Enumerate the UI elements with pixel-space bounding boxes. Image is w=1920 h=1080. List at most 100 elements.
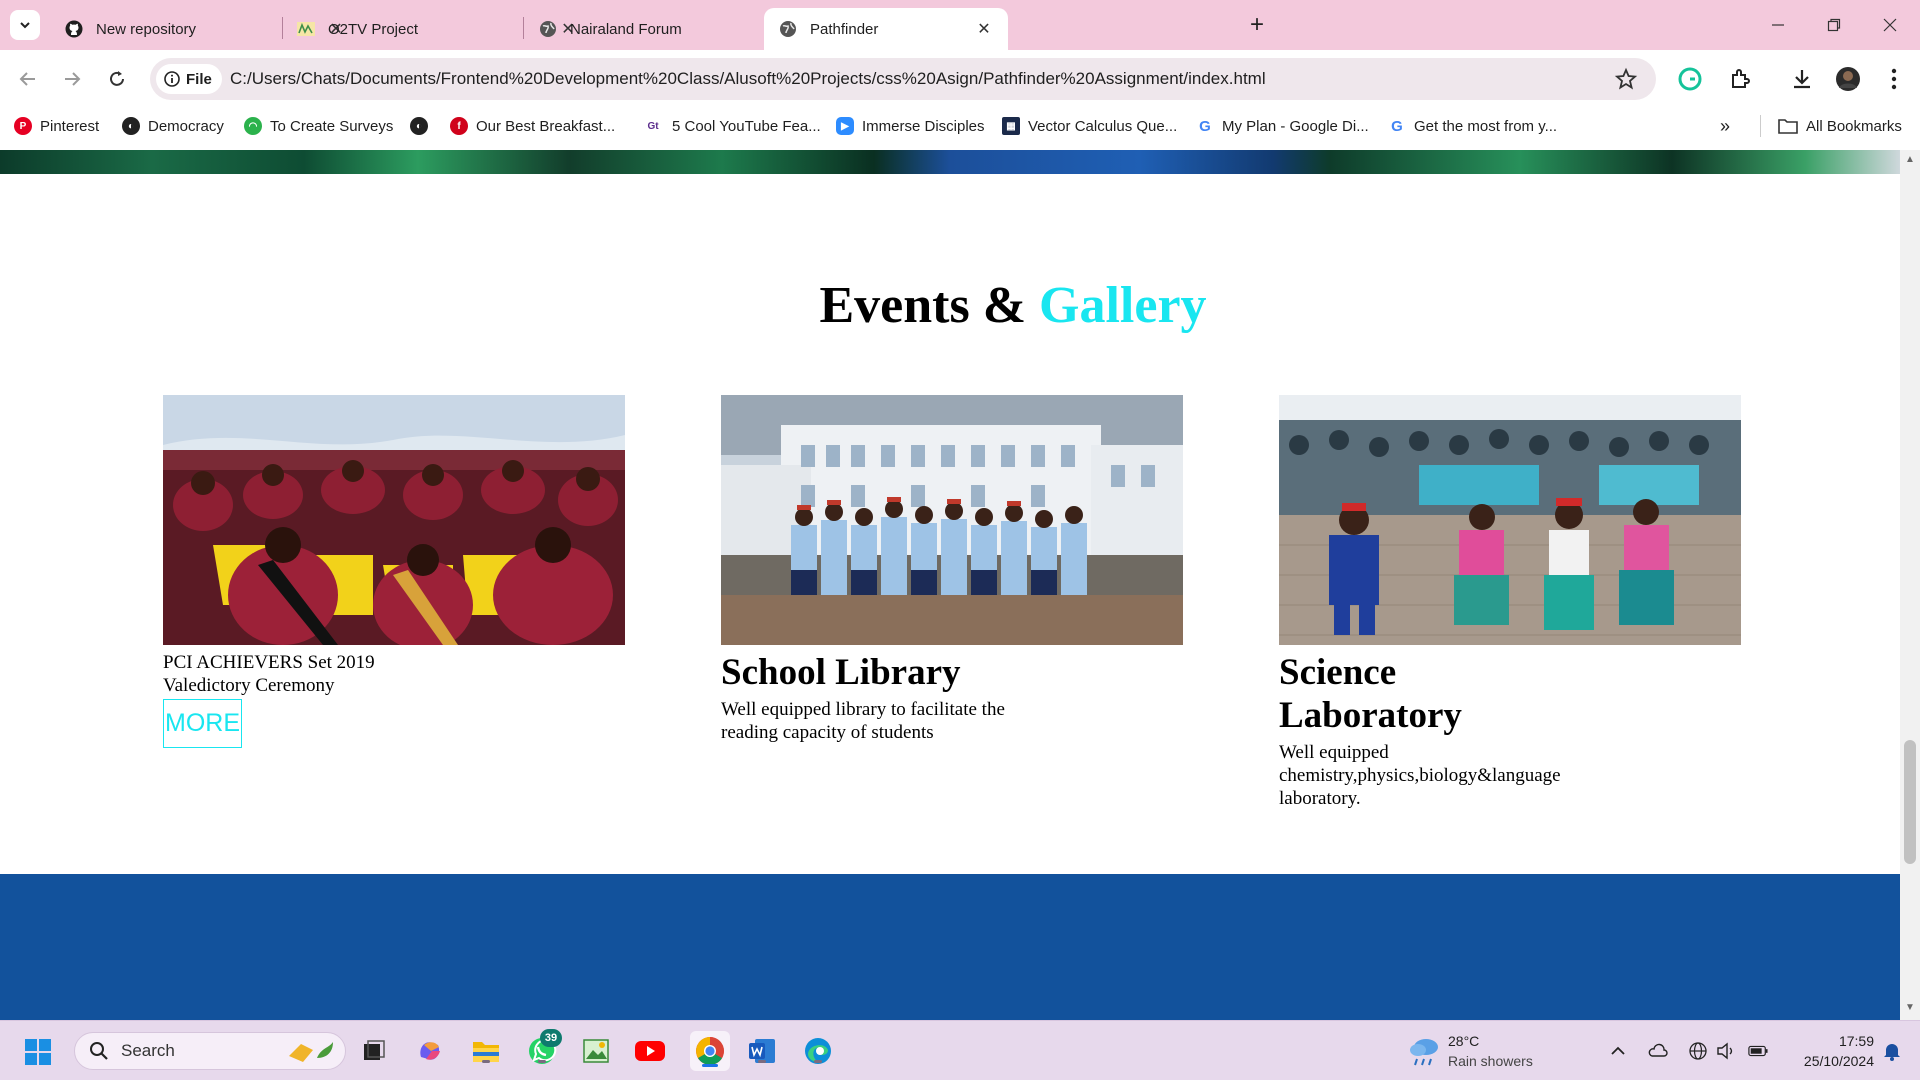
browser-titlebar: New repository ✕ O2TV Project ✕ Nairalan… — [0, 0, 1920, 50]
bookmark-label: Immerse Disciples — [862, 117, 985, 135]
chevron-up-icon[interactable] — [1608, 1041, 1628, 1061]
gallery-card-library: School Library Well equipped library to … — [721, 395, 1183, 744]
bookmark-star-icon[interactable] — [1614, 67, 1638, 91]
double-chevron-icon: » — [1720, 115, 1731, 136]
copilot-icon[interactable] — [414, 1035, 446, 1067]
bookmark-label: Pinterest — [40, 117, 100, 135]
bookmark-to-create-surveys[interactable]: ◠ To Create Surveys — [244, 108, 393, 144]
running-indicator — [482, 1060, 490, 1063]
footer-section — [0, 874, 1900, 1020]
file-explorer-icon[interactable] — [470, 1035, 502, 1067]
google-icon: G — [1196, 117, 1214, 135]
onedrive-icon[interactable] — [1648, 1041, 1668, 1061]
search-highlight-icon — [289, 1042, 333, 1062]
forward-button[interactable] — [56, 63, 88, 95]
word-icon[interactable] — [746, 1035, 778, 1067]
language-globe-icon[interactable] — [1688, 1041, 1708, 1061]
bookmark-globe[interactable]: ◐ — [410, 108, 436, 144]
scroll-up-icon[interactable]: ▲ — [1905, 154, 1915, 165]
grammarly-icon[interactable] — [1676, 65, 1704, 93]
bookmark-label: Get the most from y... — [1414, 117, 1558, 135]
tab-search-button[interactable] — [10, 10, 40, 40]
chrome-icon[interactable] — [690, 1031, 730, 1071]
bookmark-immerse-disciples[interactable]: ▶ Immerse Disciples — [836, 108, 985, 144]
site-chip-label: File — [186, 70, 212, 88]
download-icon[interactable] — [1788, 65, 1816, 93]
close-icon[interactable]: ✕ — [974, 19, 994, 39]
bookmark-label: Democracy — [148, 117, 224, 135]
minimize-button[interactable] — [1758, 8, 1798, 42]
all-bookmarks-button[interactable]: All Bookmarks — [1778, 108, 1902, 144]
bookmark-our-best-breakfast[interactable]: f Our Best Breakfast... — [450, 108, 615, 144]
food-icon: f — [450, 117, 468, 135]
more-bookmarks-button[interactable]: » — [1720, 108, 1730, 144]
scroll-thumb[interactable] — [1904, 740, 1916, 864]
youtube-icon[interactable] — [634, 1035, 666, 1067]
search-icon — [90, 1042, 108, 1060]
windows-taskbar: Search 39 28°C Rain showers 17:59 25/10/… — [0, 1020, 1920, 1080]
arrow-right-icon — [65, 72, 81, 86]
card-caption: PCI ACHIEVERS Set 2019 Valedictory Cerem… — [163, 651, 523, 697]
globe-icon: ◐ — [410, 117, 428, 135]
minimize-icon — [1772, 24, 1784, 26]
bookmark-my-plan[interactable]: G My Plan - Google Di... — [1196, 108, 1369, 144]
hero-image-bottom-edge — [0, 150, 1900, 174]
extensions-icon[interactable] — [1726, 65, 1754, 93]
bookmark-vector-calculus[interactable]: ▦ Vector Calculus Que... — [1002, 108, 1177, 144]
bookmark-get-the-most[interactable]: G Get the most from y... — [1388, 108, 1557, 144]
bookmark-label: To Create Surveys — [270, 117, 394, 135]
windows-start-icon[interactable] — [24, 1038, 52, 1066]
edge-icon[interactable] — [802, 1035, 834, 1067]
clock-time: 17:59 — [1838, 1033, 1874, 1049]
google-icon: G — [1388, 117, 1406, 135]
system-clock[interactable]: 17:59 25/10/2024 — [1784, 1031, 1874, 1071]
more-menu-icon[interactable] — [1880, 65, 1908, 93]
bookmark-label: My Plan - Google Di... — [1222, 117, 1369, 135]
restore-icon — [1827, 18, 1841, 32]
rain-cloud-icon — [1410, 1039, 1438, 1066]
speaker-icon[interactable] — [1716, 1041, 1736, 1061]
address-bar[interactable]: File C:/Users/Chats/Documents/Frontend%2… — [150, 58, 1656, 100]
page-scrollbar[interactable]: ▲ ▼ — [1900, 150, 1920, 1020]
bookmarks-bar: P Pinterest ◐ Democracy ◠ To Create Surv… — [0, 108, 1920, 150]
site-info-chip[interactable]: File — [156, 64, 222, 94]
weather-condition: Rain showers — [1448, 1053, 1533, 1069]
notification-bell-icon[interactable] — [1882, 1041, 1902, 1061]
page-viewport: Events & Gallery PCI ACHIEVERS Set 2019 … — [0, 150, 1920, 1020]
battery-icon[interactable] — [1748, 1041, 1768, 1061]
taskbar-search[interactable]: Search — [74, 1032, 346, 1070]
bookmark-pinterest[interactable]: P Pinterest — [14, 108, 99, 144]
bookmark-youtube-features[interactable]: Gt 5 Cool YouTube Fea... — [642, 108, 821, 144]
weather-widget[interactable]: 28°C Rain showers — [1408, 1031, 1558, 1073]
tab-label: Pathfinder — [810, 20, 879, 38]
url-text[interactable]: C:/Users/Chats/Documents/Frontend%20Deve… — [230, 58, 1266, 100]
calc-icon: ▦ — [1002, 117, 1020, 135]
reload-button[interactable] — [101, 63, 133, 95]
scroll-down-icon[interactable]: ▼ — [1905, 1002, 1915, 1013]
weather-temperature: 28°C — [1448, 1033, 1480, 1049]
active-indicator — [702, 1064, 718, 1067]
bookmark-democracy[interactable]: ◐ Democracy — [122, 108, 224, 144]
browser-toolbar: File C:/Users/Chats/Documents/Frontend%2… — [0, 50, 1920, 108]
gallery-card-achievers: PCI ACHIEVERS Set 2019 Valedictory Cerem… — [163, 395, 625, 748]
github-icon — [64, 19, 84, 39]
profile-avatar[interactable] — [1834, 65, 1862, 93]
more-button[interactable]: MORE — [163, 699, 242, 748]
cultural-day-photo — [1279, 395, 1741, 645]
bookmark-label: Vector Calculus Que... — [1028, 117, 1178, 135]
close-icon — [1883, 18, 1897, 32]
task-view-icon[interactable] — [358, 1035, 390, 1067]
caption-line: PCI ACHIEVERS Set 2019 — [163, 652, 375, 673]
close-window-button[interactable] — [1870, 8, 1910, 42]
running-indicator — [758, 1060, 766, 1063]
photos-app-icon[interactable] — [580, 1035, 612, 1067]
back-button[interactable] — [12, 63, 44, 95]
tab-pathfinder[interactable]: Pathfinder ✕ — [764, 8, 1008, 50]
caption-line: Valedictory Ceremony — [163, 675, 335, 696]
graduation-photo — [163, 395, 625, 645]
restore-button[interactable] — [1814, 8, 1854, 42]
new-tab-button[interactable]: + — [1244, 11, 1270, 38]
arrow-left-icon — [19, 72, 35, 86]
globe-icon: ◐ — [122, 117, 140, 135]
search-placeholder: Search — [121, 1041, 175, 1060]
